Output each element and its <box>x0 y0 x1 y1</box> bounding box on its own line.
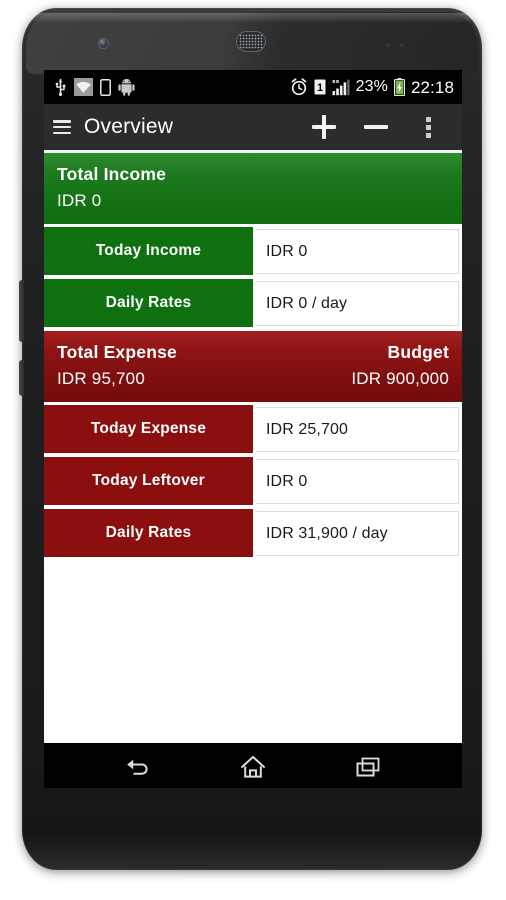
status-bar-clock: 22:18 <box>410 77 454 97</box>
expense-rows: Today Expense IDR 25,700 Today Leftover … <box>44 402 462 561</box>
row-value: IDR 0 <box>256 459 459 504</box>
total-expense-title-row: Total Expense Budget <box>57 342 449 363</box>
table-row[interactable]: Today Expense IDR 25,700 <box>44 405 462 457</box>
earpiece-speaker <box>236 31 266 52</box>
status-bar-right-icons: 1 23% 22:18 <box>290 78 454 96</box>
main-content: Total Income IDR 0 Today Income IDR 0 Da… <box>44 153 462 743</box>
total-income-value: IDR 0 <box>57 191 102 210</box>
row-label: Daily Rates <box>44 279 253 327</box>
total-income-label: Total Income <box>57 164 167 184</box>
row-label: Today Leftover <box>44 457 253 505</box>
row-label: Daily Rates <box>44 509 253 557</box>
svg-text:1: 1 <box>317 82 323 94</box>
total-expense-header[interactable]: Total Expense Budget IDR 95,700 IDR 900,… <box>44 331 462 402</box>
row-label: Today Income <box>44 227 253 275</box>
table-row[interactable]: Today Income IDR 0 <box>44 227 462 279</box>
total-income-value-row: IDR 0 <box>57 191 449 211</box>
income-rows: Today Income IDR 0 Daily Rates IDR 0 / d… <box>44 224 462 331</box>
home-icon <box>240 756 265 778</box>
row-label: Today Expense <box>44 405 253 453</box>
volume-button[interactable] <box>19 280 24 342</box>
usb-icon <box>55 79 66 96</box>
recents-button[interactable] <box>337 743 399 788</box>
battery-percent-label: 23% <box>355 78 388 95</box>
alarm-clock-icon <box>291 78 306 96</box>
row-value: IDR 0 <box>256 229 459 274</box>
subtract-button[interactable] <box>350 104 402 150</box>
row-value: IDR 25,700 <box>256 407 459 452</box>
overflow-menu-button[interactable] <box>402 104 454 150</box>
total-income-title-row: Total Income <box>57 164 449 185</box>
signal-bars-icon <box>332 79 350 95</box>
minus-icon <box>364 125 388 129</box>
table-row[interactable]: Daily Rates IDR 0 / day <box>44 279 462 331</box>
total-expense-value-row: IDR 95,700 IDR 900,000 <box>57 369 449 389</box>
system-navigation-bar <box>44 743 462 788</box>
phone-glass-highlight <box>30 13 474 23</box>
light-sensor-icon <box>399 43 405 47</box>
back-button[interactable] <box>107 743 169 788</box>
front-camera <box>99 39 108 48</box>
power-button[interactable] <box>19 360 24 396</box>
vibrate-icon <box>100 78 111 96</box>
proximity-sensor-icon <box>385 43 391 47</box>
plus-icon <box>311 114 337 140</box>
hamburger-menu-icon[interactable] <box>53 120 71 134</box>
wifi-icon <box>74 78 93 96</box>
phone-screen: 1 23% 22:18 Overview Total Income IDR 0 … <box>44 70 462 788</box>
total-income-header[interactable]: Total Income IDR 0 <box>44 153 462 224</box>
action-bar: Overview <box>44 104 462 150</box>
table-row[interactable]: Daily Rates IDR 31,900 / day <box>44 509 462 561</box>
sim-card-icon: 1 <box>314 79 326 95</box>
table-row[interactable]: Today Leftover IDR 0 <box>44 457 462 509</box>
overflow-menu-icon <box>425 116 431 138</box>
add-button[interactable] <box>298 104 350 150</box>
budget-value: IDR 900,000 <box>351 369 449 388</box>
status-bar: 1 23% 22:18 <box>44 70 462 104</box>
status-bar-left-icons <box>54 78 135 96</box>
action-bar-buttons <box>298 104 454 150</box>
back-icon <box>126 759 148 775</box>
recents-icon <box>356 757 380 777</box>
total-expense-value: IDR 95,700 <box>57 369 145 388</box>
budget-label: Budget <box>387 342 449 362</box>
row-value: IDR 0 / day <box>256 281 459 326</box>
row-value: IDR 31,900 / day <box>256 511 459 556</box>
page-title: Overview <box>84 115 174 138</box>
android-icon <box>118 78 135 96</box>
total-expense-label: Total Expense <box>57 342 177 362</box>
battery-charging-icon <box>393 78 405 96</box>
home-button[interactable] <box>222 743 284 788</box>
screenshot-root: 1 23% 22:18 Overview Total Income IDR 0 … <box>0 0 506 900</box>
